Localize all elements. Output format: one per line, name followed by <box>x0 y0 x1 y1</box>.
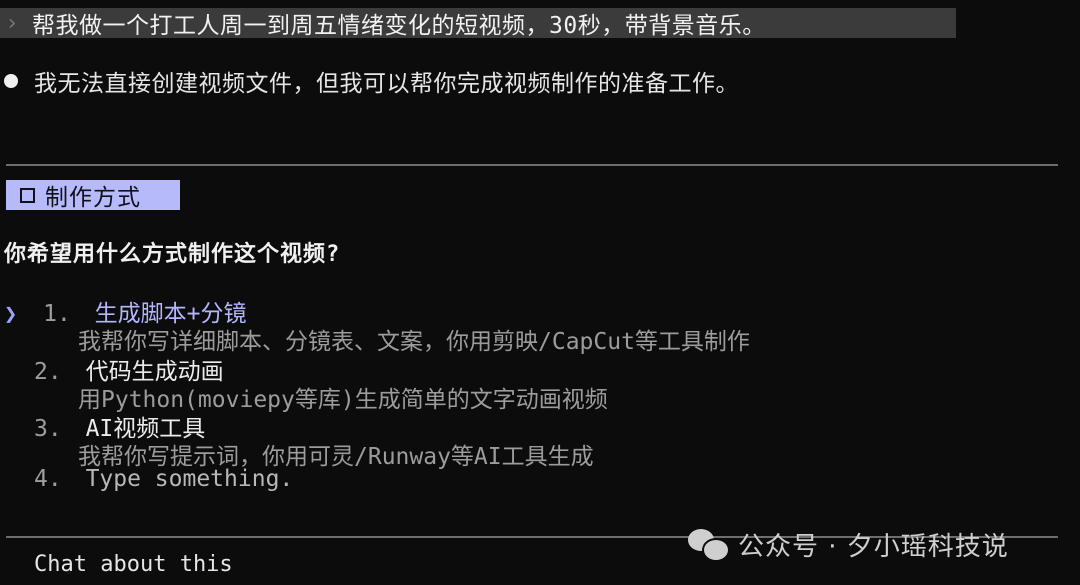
section-chip: 制作方式 <box>6 180 180 211</box>
watermark: 公众号 · 夕小瑶科技说 <box>688 524 1009 564</box>
bullet-icon <box>4 74 18 88</box>
chat-about-option[interactable]: Chat about this <box>34 552 233 577</box>
option-number: 2. <box>34 359 62 385</box>
question-text: 你希望用什么方式制作这个视频? <box>4 242 341 267</box>
user-prompt-text: 帮我做一个打工人周一到周五情绪变化的短视频，30秒，带背景音乐。 <box>32 13 766 39</box>
section-chip-label: 制作方式 <box>45 185 141 211</box>
option-description: 我帮你写详细脚本、分镜表、文案，你用剪映/CapCut等工具制作 <box>78 329 750 355</box>
assistant-reply-text: 我无法直接创建视频文件，但我可以帮你完成视频制作的准备工作。 <box>34 71 739 97</box>
option-number: 3. <box>34 416 62 442</box>
assistant-reply: 我无法直接创建视频文件，但我可以帮你完成视频制作的准备工作。 <box>4 64 739 98</box>
option-number: 1. <box>43 301 71 327</box>
watermark-text: 公众号 · 夕小瑶科技说 <box>738 531 1009 562</box>
prompt-caret-icon: › <box>5 10 19 36</box>
option-label: Type something. <box>85 466 294 492</box>
option-4[interactable]: 4. Type something. <box>34 466 293 492</box>
option-number: 4. <box>34 466 62 492</box>
selection-cursor-icon: ❯ <box>4 302 18 327</box>
divider-top <box>6 164 1058 166</box>
user-prompt-bar: › 帮我做一个打工人周一到周五情绪变化的短视频，30秒，带背景音乐。 <box>0 8 956 39</box>
checkbox-icon <box>20 187 35 203</box>
wechat-icon <box>688 527 730 562</box>
